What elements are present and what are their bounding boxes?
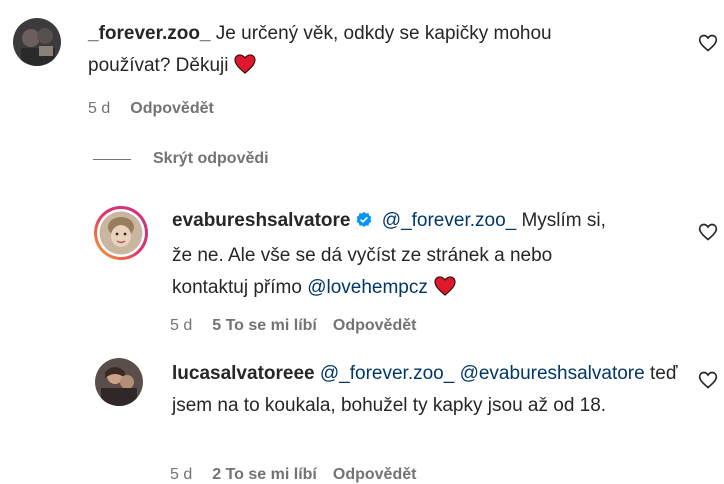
hide-replies-label: Skrýt odpovědi <box>153 150 269 167</box>
reply-text: evabureshsalvatore @_forever.zoo_ Myslím… <box>172 205 612 307</box>
hide-replies-button[interactable]: Skrýt odpovědi <box>93 150 269 168</box>
avatar[interactable] <box>95 358 143 406</box>
likes-count-button[interactable]: 2 To se mi líbí <box>212 466 317 483</box>
verified-badge-icon <box>355 208 373 240</box>
heart-outline-icon[interactable] <box>698 370 718 390</box>
comment-time: 5 d <box>88 100 111 117</box>
reply-username[interactable]: lucasalvatoreee <box>172 363 315 384</box>
comment-username[interactable]: _forever.zoo_ <box>88 23 211 44</box>
reply-button[interactable]: Odpovědět <box>130 100 214 117</box>
heart-outline-icon[interactable] <box>698 222 718 242</box>
reply-meta: 5 d 5 To se mi líbí Odpovědět <box>170 317 432 335</box>
mention-link[interactable]: @_forever.zoo_ <box>382 210 516 231</box>
reply-time: 5 d <box>170 317 193 334</box>
reply-lucasalvatoreee: lucasalvatoreee @_forever.zoo_ @evabures… <box>0 350 724 483</box>
likes-count-button[interactable]: 5 To se mi líbí <box>212 317 317 334</box>
heart-emoji-icon <box>234 53 257 85</box>
comment-text: _forever.zoo_ Je určený věk, odkdy se ka… <box>88 18 608 85</box>
mention-link[interactable]: @evabureshsalvatore <box>460 363 645 384</box>
reply-button[interactable]: Odpovědět <box>333 466 417 483</box>
divider <box>93 158 131 160</box>
reply-meta: 5 d 2 To se mi líbí Odpovědět <box>170 466 432 484</box>
mention-link[interactable]: @lovehempcz <box>307 277 428 298</box>
reply-button[interactable]: Odpovědět <box>333 317 417 334</box>
avatar[interactable] <box>13 18 61 66</box>
comment-meta: 5 d Odpovědět <box>88 100 230 118</box>
reply-text: lucasalvatoreee @_forever.zoo_ @evabures… <box>172 358 682 422</box>
comment-forever-zoo: _forever.zoo_ Je určený věk, odkdy se ka… <box>0 0 724 130</box>
heart-outline-icon[interactable] <box>698 33 718 53</box>
reply-evabureshsalvatore: evabureshsalvatore @_forever.zoo_ Myslím… <box>0 190 724 340</box>
heart-emoji-icon <box>434 275 456 307</box>
avatar[interactable] <box>93 205 149 261</box>
mention-link[interactable]: @_forever.zoo_ <box>320 363 454 384</box>
reply-time: 5 d <box>170 466 193 483</box>
reply-username[interactable]: evabureshsalvatore <box>172 210 351 231</box>
